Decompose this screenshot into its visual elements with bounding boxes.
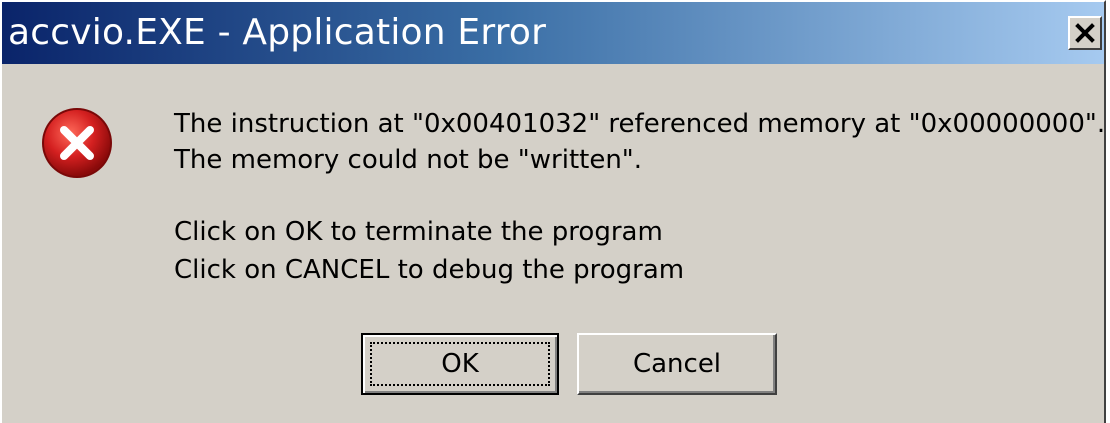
instruction-line: Click on OK to terminate the program <box>174 217 663 247</box>
close-button[interactable] <box>1068 16 1102 50</box>
error-message-line: The memory could not be "written". <box>174 145 643 175</box>
error-dialog: accvio.EXE - Application Error The instr… <box>0 0 1106 423</box>
ok-button-label: OK <box>441 349 479 379</box>
window-title: accvio.EXE - Application Error <box>8 12 547 53</box>
close-icon <box>1075 23 1095 43</box>
instruction-line: Click on CANCEL to debug the program <box>174 255 685 285</box>
error-icon <box>42 108 112 178</box>
title-bar[interactable]: accvio.EXE - Application Error <box>2 2 1104 64</box>
error-message-line: The instruction at "0x00401032" referenc… <box>174 109 1106 139</box>
ok-button[interactable]: OK <box>361 333 559 395</box>
cancel-button[interactable]: Cancel <box>577 333 777 395</box>
cancel-button-label: Cancel <box>632 349 722 379</box>
